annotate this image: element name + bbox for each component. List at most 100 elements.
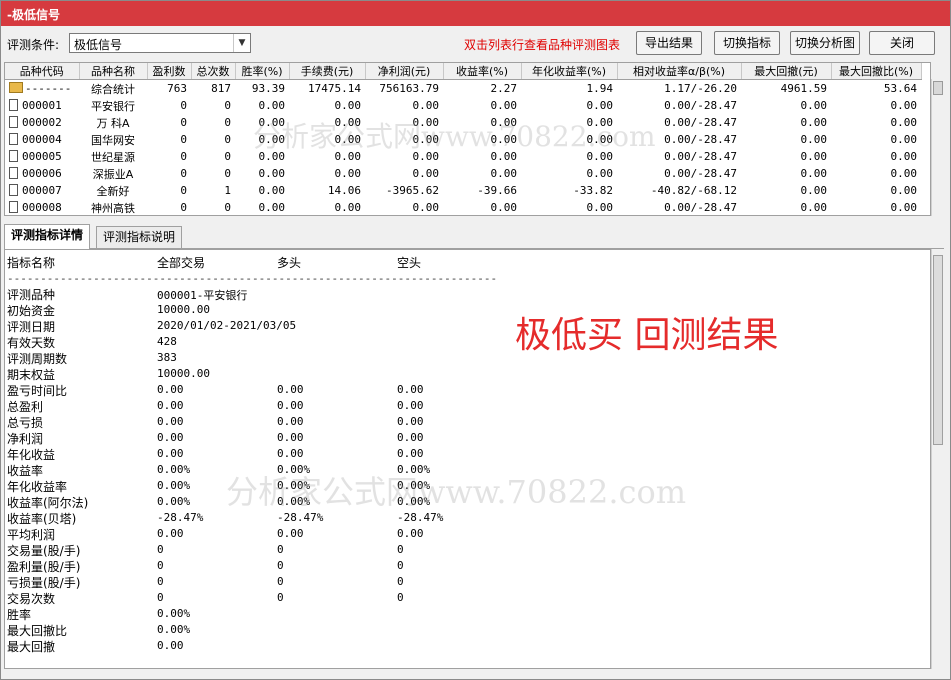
detail-value-c: 0.00 — [397, 527, 424, 540]
cell-value: 14.06 — [327, 184, 361, 197]
cell-value: 0.00 — [490, 133, 518, 146]
detail-scroll-thumb[interactable] — [933, 255, 943, 445]
cell-code-text: 000005 — [22, 150, 62, 163]
cell-value: 0.00 — [490, 116, 518, 129]
export-button[interactable]: 导出结果 — [636, 31, 702, 55]
tab-detail[interactable]: 评测指标详情 — [4, 224, 91, 249]
column-header[interactable]: 相对收益率α/β(%) — [617, 63, 742, 80]
table-row[interactable]: 000004 国华网安 0 0 0.00 0.00 0.00 0.00 0.00 0.00/-28… — [5, 131, 921, 148]
cell-value: 0.00 — [890, 201, 918, 214]
condition-label: 评测条件: — [7, 38, 60, 52]
detail-value-c: 0 — [397, 559, 404, 572]
detail-value: 2020/01/02-2021/03/05 — [157, 319, 297, 332]
detail-value-b: 0.00% — [277, 495, 311, 508]
cell-value: 0.00 — [890, 167, 918, 180]
cell-value: 0.00 — [412, 116, 440, 129]
toolbar: 评测条件: 极低信号 ▼ 双击列表行查看品种评测图表 导出结果 切换指标 切换分… — [1, 27, 950, 61]
cell-code: 000007 — [5, 182, 79, 199]
cell-value: 1.94 — [521, 79, 617, 97]
detail-value-a: 0.00% — [157, 479, 191, 492]
cell-name: 综合统计 — [79, 79, 147, 97]
column-header[interactable]: 品种名称 — [79, 63, 148, 80]
cell-value: 0.00 — [586, 167, 614, 180]
detail-label: 收益率(阿尔法) — [7, 496, 89, 510]
document-icon — [9, 167, 18, 179]
cell-code-text: 000004 — [22, 133, 62, 146]
cell-value: 0 — [224, 150, 231, 163]
detail-label: 评测品种 — [7, 288, 56, 302]
column-header[interactable]: 收益率(%) — [443, 63, 522, 80]
cell-value: 0.00 — [800, 150, 828, 163]
detail-label: 年化收益 — [7, 448, 56, 462]
condition-select[interactable]: 极低信号 ▼ — [69, 33, 251, 53]
cell-name: 万 科A — [96, 116, 130, 130]
table-row[interactable]: 000006 深振业A 0 0 0.00 0.00 0.00 0.00 0.00 0.00/-28… — [5, 165, 921, 182]
column-header[interactable]: 最大回撤(元) — [741, 63, 832, 80]
cell-value: 0.00 — [334, 133, 362, 146]
detail-label: 收益率 — [7, 464, 44, 478]
detail-value-a: 0 — [157, 543, 164, 556]
cell-value: 0.00 — [334, 150, 362, 163]
cell-value: 0 — [180, 99, 187, 112]
detail-panel: 指标名称 全部交易 多头 空头 ------------------------… — [4, 249, 931, 669]
cell-value: 0.00 — [586, 133, 614, 146]
detail-value-b: 0.00 — [277, 399, 304, 412]
cell-value: 0.00 — [586, 99, 614, 112]
column-header[interactable]: 盈利数 — [147, 63, 192, 80]
table-row[interactable]: 000005 世纪星源 0 0 0.00 0.00 0.00 0.00 0.00 0.00/-28… — [5, 148, 921, 165]
detail-value-c: 0.00% — [397, 463, 431, 476]
cell-value: 93.39 — [235, 79, 289, 97]
detail-label: 有效天数 — [7, 336, 56, 350]
table-row[interactable]: 000008 神州高铁 0 0 0.00 0.00 0.00 0.00 0.00 0.00/-28… — [5, 199, 921, 215]
detail-label: 总盈利 — [7, 400, 44, 414]
column-header[interactable]: 品种代码 — [5, 63, 80, 80]
detail-value-b: 0.00% — [277, 479, 311, 492]
results-table: 品种代码 品种名称 盈利数 总次数 胜率(%) 手续费(元) 净利润(元) 收益率(%) 年化收… — [4, 62, 931, 216]
detail-label: 收益率(贝塔) — [7, 512, 77, 526]
table-row[interactable]: 000002 万 科A 0 0 0.00 0.00 0.00 0.00 0.00 0.00/-28… — [5, 114, 921, 131]
column-header[interactable]: 总次数 — [191, 63, 236, 80]
detail-label: 总亏损 — [7, 416, 44, 430]
column-header[interactable]: 胜率(%) — [235, 63, 290, 80]
column-header[interactable]: 手续费(元) — [289, 63, 366, 80]
cell-value: 0.00 — [890, 116, 918, 129]
cell-value: 0.00 — [258, 99, 286, 112]
cell-value: 0.00 — [412, 167, 440, 180]
cell-value: 0.00 — [412, 99, 440, 112]
switch-indicator-button[interactable]: 切换指标 — [714, 31, 780, 55]
detail-label: 净利润 — [7, 432, 44, 446]
detail-value-a: 0.00 — [157, 639, 184, 652]
close-button[interactable]: 关闭 — [869, 31, 935, 55]
switch-chart-button[interactable]: 切换分析图 — [790, 31, 860, 55]
tab-explain[interactable]: 评测指标说明 — [96, 226, 183, 248]
column-header[interactable]: 年化收益率(%) — [521, 63, 618, 80]
cell-value: 53.64 — [831, 79, 921, 97]
cell-code-text: 000001 — [22, 99, 62, 112]
cell-value: -33.82 — [573, 184, 613, 197]
chevron-down-icon[interactable]: ▼ — [233, 34, 250, 52]
detail-scrollbar[interactable] — [931, 249, 945, 669]
cell-value: 0.00 — [890, 99, 918, 112]
detail-label: 年化收益率 — [7, 480, 68, 494]
detail-value-a: 0 — [157, 559, 164, 572]
cell-value: 17475.14 — [289, 79, 365, 97]
table-row[interactable]: ------- 综合统计 763 817 93.39 17475.14 756163.79 2… — [5, 79, 921, 97]
detail-label: 交易次数 — [7, 592, 56, 606]
column-header[interactable]: 最大回撤比(%) — [831, 63, 922, 80]
cell-name: 国华网安 — [91, 133, 135, 147]
detail-value-c: 0.00 — [397, 447, 424, 460]
result-banner: 极低买 回测结果 — [515, 315, 779, 356]
cell-value: 1.17/-26.20 — [617, 79, 741, 97]
table-row[interactable]: 000001 平安银行 0 0 0.00 0.00 0.00 0.00 0.00 0.00/-28… — [5, 97, 921, 114]
detail-label: 评测周期数 — [7, 352, 68, 366]
cell-value: 0 — [180, 133, 187, 146]
table-scroll-thumb[interactable] — [933, 81, 943, 95]
cell-name: 平安银行 — [91, 99, 135, 113]
column-header[interactable]: 净利润(元) — [365, 63, 444, 80]
cell-value: 0 — [224, 116, 231, 129]
table-row[interactable]: 000007 全新好 0 1 0.00 14.06 -3965.62 -39.66 -33.82… — [5, 182, 921, 199]
cell-value: -39.66 — [477, 184, 517, 197]
cell-value: 4961.59 — [741, 79, 831, 97]
detail-value-a: 0 — [157, 575, 164, 588]
table-scrollbar[interactable] — [931, 79, 945, 216]
